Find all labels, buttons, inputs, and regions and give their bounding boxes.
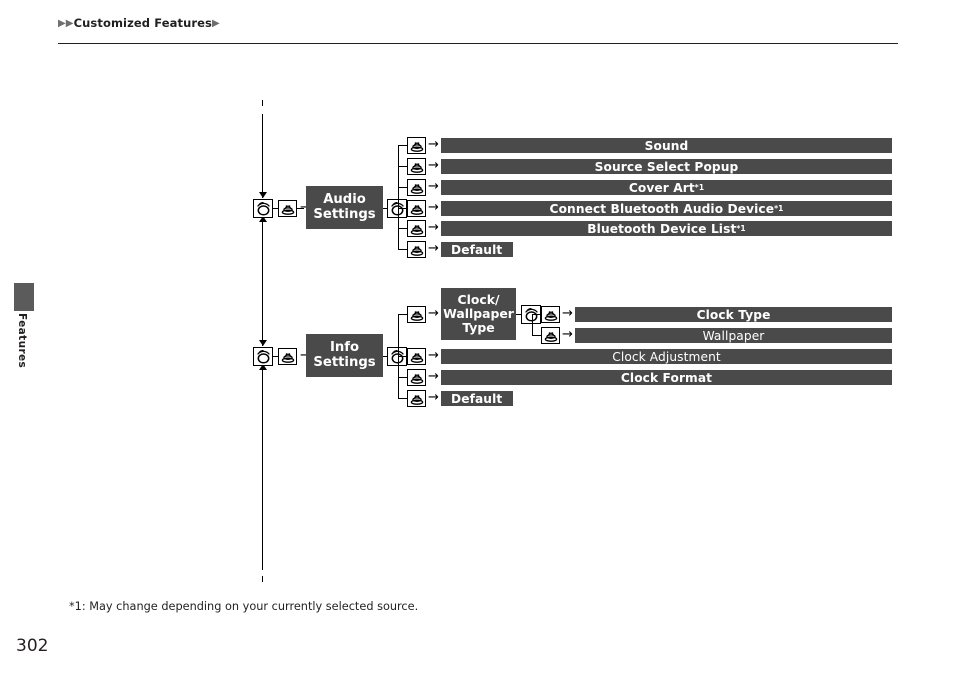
node-audio-settings[interactable]: Audio Settings: [306, 186, 383, 229]
bar-wallpaper[interactable]: Wallpaper: [575, 328, 892, 343]
audio-item-5-arrow-icon: →: [428, 220, 439, 235]
bar-bluetooth-device-list-label: Bluetooth Device List: [587, 221, 737, 236]
spine-dash-top: [262, 100, 264, 106]
bar-clock-type-label: Clock Type: [696, 307, 771, 322]
info-branch-stub-1: [398, 314, 407, 316]
spine-arrow-into-info: [258, 340, 267, 346]
info-entry-knob-icon[interactable]: [253, 347, 273, 366]
bar-audio-default[interactable]: Default: [441, 242, 513, 257]
subnode-stub-2: [532, 335, 541, 337]
audio-branch-stub-4: [398, 208, 407, 210]
audio-item-6-arrow-icon: →: [428, 241, 439, 256]
info-item-2-button-icon[interactable]: [407, 348, 426, 365]
subnode-item-2-button-icon[interactable]: [541, 327, 560, 344]
bar-source-select-popup[interactable]: Source Select Popup: [441, 159, 892, 174]
bar-info-default[interactable]: Default: [441, 391, 513, 406]
bar-cover-art-footnote: *1: [694, 183, 705, 192]
bar-clock-type[interactable]: Clock Type: [575, 307, 892, 322]
bar-connect-bluetooth-audio-device-label: Connect Bluetooth Audio Device: [549, 201, 775, 216]
info-branch-stub-4: [398, 398, 407, 400]
node-clock-wallpaper-type-line-2: Wallpaper: [443, 306, 514, 322]
info-item-4-arrow-icon: →: [428, 390, 439, 405]
bar-cover-art-label: Cover Art: [628, 180, 695, 195]
audio-item-3-button-icon[interactable]: [407, 179, 426, 196]
audio-branch-stub-2: [398, 166, 407, 168]
audio-item-3-arrow-icon: →: [428, 179, 439, 194]
menu-flow-diagram: → Audio Settings → Sound: [0, 0, 954, 674]
spine-arrow-into-audio: [258, 192, 267, 198]
info-item-2-arrow-icon: →: [428, 348, 439, 363]
bar-clock-format-label: Clock Format: [620, 370, 713, 385]
node-info-settings-line-2: Settings: [313, 354, 376, 370]
bar-sound[interactable]: Sound: [441, 138, 892, 153]
audio-item-2-arrow-icon: →: [428, 158, 439, 173]
subnode-item-2-arrow-icon: →: [562, 327, 573, 342]
node-clock-wallpaper-type-line-1: Clock/: [457, 292, 500, 308]
bar-audio-default-label: Default: [451, 242, 503, 257]
bar-bluetooth-device-list[interactable]: Bluetooth Device List *1: [441, 221, 892, 236]
node-audio-settings-line-1: Audio: [323, 191, 366, 207]
info-branch-stub-3: [398, 377, 407, 379]
subnode-branch-rail: [532, 314, 534, 335]
bar-clock-format[interactable]: Clock Format: [441, 370, 892, 385]
bar-clock-adjustment[interactable]: Clock Adjustment: [441, 349, 892, 364]
info-item-4-button-icon[interactable]: [407, 390, 426, 407]
audio-entry-button-icon[interactable]: [278, 200, 297, 217]
spine-upper: [262, 114, 264, 198]
audio-entry-knob-icon[interactable]: [253, 199, 273, 218]
bar-bluetooth-device-list-footnote: *1: [736, 224, 746, 233]
audio-branch-stub-6: [398, 249, 407, 251]
bar-wallpaper-label: Wallpaper: [702, 328, 765, 343]
node-audio-settings-line-2: Settings: [313, 206, 376, 222]
node-info-settings[interactable]: Info Settings: [306, 334, 383, 377]
audio-item-5-button-icon[interactable]: [407, 220, 426, 237]
info-item-3-arrow-icon: →: [428, 369, 439, 384]
info-item-3-button-icon[interactable]: [407, 369, 426, 386]
info-item-1-button-icon[interactable]: [407, 306, 426, 323]
bar-cover-art[interactable]: Cover Art *1: [441, 180, 892, 195]
node-info-settings-line-1: Info: [329, 339, 360, 355]
bar-sound-label: Sound: [644, 138, 689, 153]
audio-branch-stub-3: [398, 187, 407, 189]
node-clock-wallpaper-type-line-3: Type: [462, 319, 495, 335]
spine-dash-bottom: [262, 576, 264, 582]
audio-item-2-button-icon[interactable]: [407, 158, 426, 175]
subnode-item-1-button-icon[interactable]: [541, 306, 560, 323]
node-clock-wallpaper-type[interactable]: Clock/ Wallpaper Type: [441, 288, 516, 340]
audio-item-1-arrow-icon: →: [428, 137, 439, 152]
bar-source-select-popup-label: Source Select Popup: [594, 159, 739, 174]
audio-branch-stub-1: [398, 145, 407, 147]
spine-lower: [262, 370, 264, 570]
bar-info-default-label: Default: [451, 391, 503, 406]
audio-branch-rail: [398, 145, 400, 249]
bar-clock-adjustment-label: Clock Adjustment: [612, 349, 721, 364]
info-entry-button-icon[interactable]: [278, 348, 297, 365]
audio-item-6-button-icon[interactable]: [407, 241, 426, 258]
bar-connect-bluetooth-audio-device-footnote: *1: [774, 204, 784, 213]
audio-branch-stub-5: [398, 228, 407, 230]
subnode-item-1-arrow-icon: →: [562, 306, 573, 321]
spine-mid: [262, 222, 264, 346]
bar-connect-bluetooth-audio-device[interactable]: Connect Bluetooth Audio Device *1: [441, 201, 892, 216]
audio-item-1-button-icon[interactable]: [407, 137, 426, 154]
audio-item-4-arrow-icon: →: [428, 200, 439, 215]
info-branch-stub-2: [398, 356, 407, 358]
info-item-1-arrow-icon: →: [428, 306, 439, 321]
subnode-stub-1: [532, 314, 541, 316]
audio-item-4-button-icon[interactable]: [407, 200, 426, 217]
